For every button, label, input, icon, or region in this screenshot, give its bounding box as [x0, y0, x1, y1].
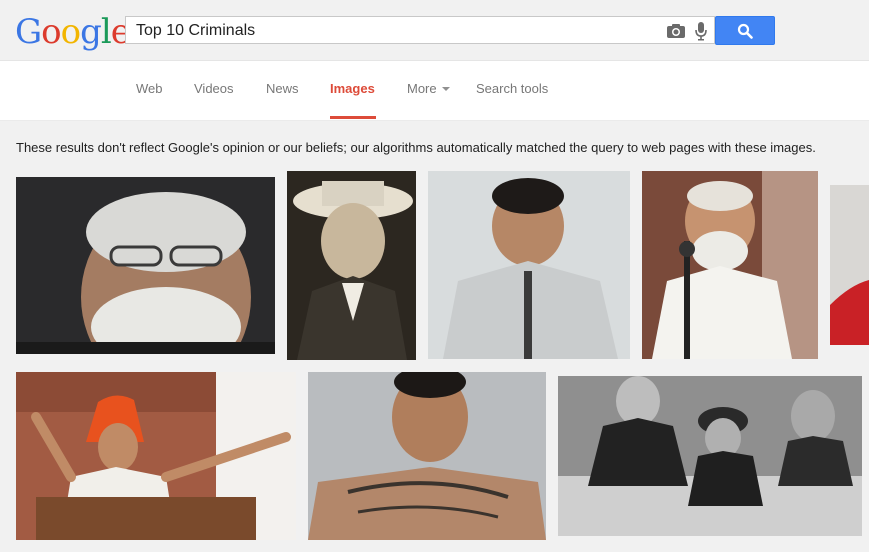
- image-result-4[interactable]: [642, 171, 818, 359]
- microphone-icon[interactable]: [694, 21, 708, 41]
- search-box: [125, 16, 715, 44]
- search-input[interactable]: [136, 21, 656, 41]
- search-nav-bar: Web Videos News Images More Search tools: [0, 61, 869, 121]
- logo-letter: o: [60, 12, 82, 52]
- caret-down-icon: [441, 86, 450, 91]
- tab-more[interactable]: More: [407, 81, 450, 119]
- google-logo[interactable]: Google: [15, 12, 131, 52]
- logo-letter: g: [80, 12, 102, 52]
- tab-web[interactable]: Web: [136, 81, 163, 119]
- top-header: Google: [0, 0, 869, 61]
- tab-news[interactable]: News: [266, 81, 299, 119]
- tab-images[interactable]: Images: [330, 81, 376, 119]
- image-result-7[interactable]: [308, 372, 546, 540]
- image-result-2[interactable]: [287, 171, 416, 360]
- image-result-3[interactable]: [428, 171, 630, 359]
- search-button[interactable]: [715, 16, 775, 45]
- image-result-8[interactable]: [558, 376, 862, 536]
- camera-icon[interactable]: [666, 23, 686, 39]
- image-result-6[interactable]: [16, 372, 296, 540]
- disclaimer-text: These results don't reflect Google's opi…: [16, 140, 816, 155]
- magnifier-icon: [737, 23, 753, 39]
- tab-search-tools[interactable]: Search tools: [476, 81, 548, 119]
- logo-letter: l: [100, 12, 112, 52]
- logo-letter: G: [15, 12, 42, 52]
- tab-videos[interactable]: Videos: [194, 81, 234, 119]
- image-result-1[interactable]: [16, 177, 275, 354]
- tab-more-label: More: [407, 81, 437, 96]
- logo-letter: o: [41, 12, 62, 52]
- image-result-5[interactable]: [830, 185, 869, 345]
